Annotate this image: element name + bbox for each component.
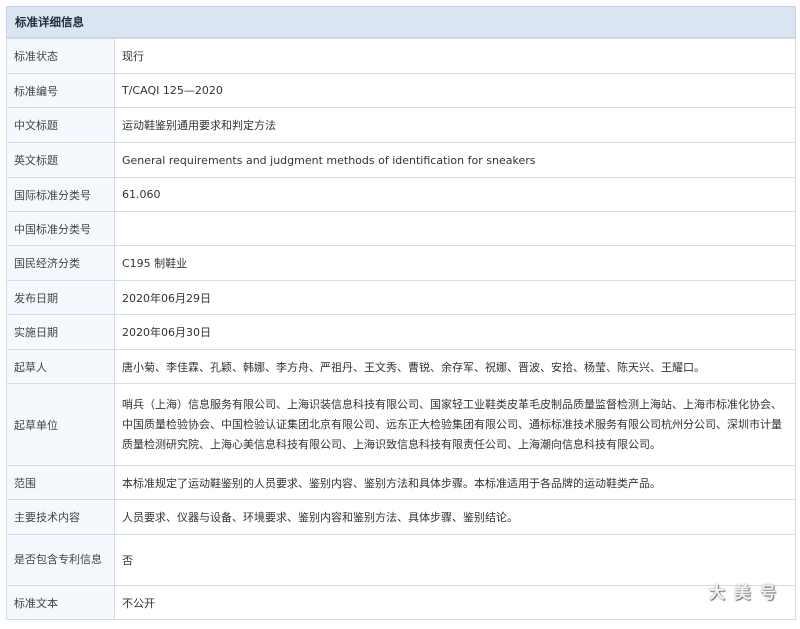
row-value-effective-date: 2020年06月30日 [114,314,796,350]
row-label-ics: 国际标准分类号 [6,177,115,212]
row-label-drafting-units: 起草单位 [6,383,115,466]
table-row: 范围 本标准规定了运动鞋鉴别的人员要求、鉴别内容、鉴别方法和具体步骤。本标准适用… [6,465,796,500]
row-value-ics: 61.060 [114,177,796,212]
table-row: 发布日期 2020年06月29日 [6,280,796,315]
row-value-chinese-title: 运动鞋鉴别通用要求和判定方法 [114,107,796,143]
row-value-standard-text: 不公开 [114,585,796,620]
row-label-number: 标准编号 [6,73,115,108]
row-value-technical-content: 人员要求、仪器与设备、环境要求、鉴别内容和鉴别方法、具体步骤、鉴别结论。 [114,499,796,535]
row-label-ccs: 中国标准分类号 [6,211,115,246]
table-row: 标准编号 T/CAQI 125—2020 [6,73,796,108]
row-value-release-date: 2020年06月29日 [114,280,796,315]
row-value-number: T/CAQI 125—2020 [114,73,796,108]
row-value-drafting-units: 哨兵（上海）信息服务有限公司、上海识装信息科技有限公司、国家轻工业鞋类皮革毛皮制… [114,383,796,466]
table-row: 起草人 唐小菊、李佳霖、孔颖、韩娜、李方舟、严祖丹、王文秀、曹锐、余存军、祝娜、… [6,349,796,384]
table-row: 起草单位 哨兵（上海）信息服务有限公司、上海识装信息科技有限公司、国家轻工业鞋类… [6,383,796,466]
row-label-effective-date: 实施日期 [6,314,115,350]
table-row: 英文标题 General requirements and judgment m… [6,142,796,178]
row-label-technical-content: 主要技术内容 [6,499,115,535]
table-row: 实施日期 2020年06月30日 [6,314,796,350]
row-label-drafters: 起草人 [6,349,115,384]
table-row: 国民经济分类 C195 制鞋业 [6,245,796,281]
row-value-english-title: General requirements and judgment method… [114,142,796,178]
row-label-standard-text: 标准文本 [6,585,115,620]
row-value-scope: 本标准规定了运动鞋鉴别的人员要求、鉴别内容、鉴别方法和具体步骤。本标准适用于各品… [114,465,796,500]
table-row: 标准状态 现行 [6,38,796,74]
row-value-drafters: 唐小菊、李佳霖、孔颖、韩娜、李方舟、严祖丹、王文秀、曹锐、余存军、祝娜、晋波、安… [114,349,796,384]
row-value-ccs [114,211,796,246]
watermark-logo: 大 美 号 [708,583,778,602]
table-row: 中文标题 运动鞋鉴别通用要求和判定方法 [6,107,796,143]
table-row: 中国标准分类号 [6,211,796,246]
row-label-patent: 是否包含专利信息 [6,534,115,586]
row-value-patent: 否 [114,534,796,586]
row-label-economic-class: 国民经济分类 [6,245,115,281]
table-row: 是否包含专利信息 否 [6,534,796,586]
row-label-scope: 范围 [6,465,115,500]
standard-detail-panel: 标准详细信息 标准状态 现行 标准编号 T/CAQI 125—2020 中文标题… [6,6,796,620]
row-label-chinese-title: 中文标题 [6,107,115,143]
row-label-release-date: 发布日期 [6,280,115,315]
row-label-english-title: 英文标题 [6,142,115,178]
panel-header: 标准详细信息 [6,6,796,38]
row-value-economic-class: C195 制鞋业 [114,245,796,281]
row-label-status: 标准状态 [6,38,115,74]
row-value-status: 现行 [114,38,796,74]
table-row: 标准文本 不公开 [6,585,796,620]
table-row: 主要技术内容 人员要求、仪器与设备、环境要求、鉴别内容和鉴别方法、具体步骤、鉴别… [6,499,796,535]
standard-info-table: 标准状态 现行 标准编号 T/CAQI 125—2020 中文标题 运动鞋鉴别通… [6,38,796,620]
table-row: 国际标准分类号 61.060 [6,177,796,212]
